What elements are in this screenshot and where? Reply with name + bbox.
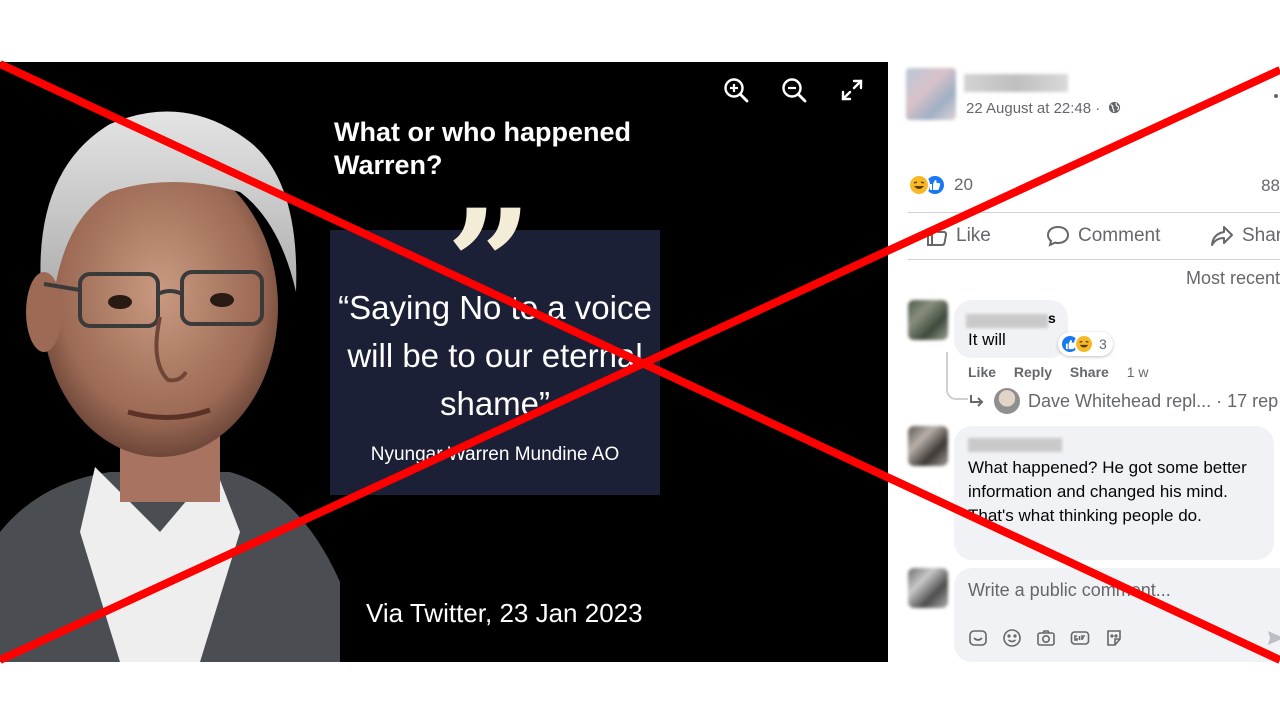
share-arrow-icon (1211, 226, 1233, 246)
post-timestamp: 22 August at 22:48 · (966, 100, 1121, 117)
image-source-line: Via Twitter, 23 Jan 2023 (366, 598, 643, 628)
comment-share-link[interactable]: Share (1070, 364, 1109, 380)
more-options-icon[interactable] (1274, 94, 1278, 98)
fullscreen-icon[interactable] (838, 76, 866, 104)
zoom-in-icon[interactable] (722, 76, 750, 104)
comment-author-blurred[interactable] (966, 314, 1048, 328)
comment-button[interactable]: Comment (1046, 213, 1160, 259)
like-button[interactable]: Like (926, 213, 991, 259)
reply-arrow-icon (970, 395, 984, 407)
photo-viewer: What or who happened Warren? ” “Saying N… (0, 62, 888, 662)
image-quote: “Saying No to a voice will be to our ete… (338, 289, 652, 422)
sticker-icon[interactable] (968, 628, 988, 648)
comment-author-suffix: s (1048, 310, 1056, 326)
avatar-sticker-icon[interactable] (1104, 628, 1124, 648)
comment-reply-link[interactable]: Reply (1014, 364, 1052, 380)
comment-bubble-icon (1046, 225, 1070, 247)
reply-thread-line (946, 352, 968, 400)
comment-bubble: s It will (954, 300, 1068, 358)
share-button[interactable]: Shar (1210, 213, 1280, 259)
emoji-icon[interactable] (1002, 628, 1022, 648)
timestamp-text[interactable]: 22 August at 22:48 · (966, 100, 1100, 117)
comment-text: It will (968, 330, 1006, 349)
image-headline: What or who happened Warren? (334, 117, 631, 180)
current-user-avatar (908, 568, 948, 608)
globe-icon (1109, 101, 1121, 114)
comment-author-blurred[interactable] (968, 438, 1062, 452)
author-name-blurred[interactable] (964, 74, 1068, 92)
comment-input[interactable]: Write a public comment... (968, 580, 1171, 601)
comment-label: Comment (1078, 225, 1161, 246)
composer-toolbar (968, 628, 1124, 648)
post-header: 22 August at 22:48 · (906, 68, 1280, 124)
post-panel: 22 August at 22:48 · 20 88 Like Comment (888, 62, 1280, 662)
quote-author: Nyungar Warren Mundine AO (370, 444, 620, 465)
reaction-summary[interactable]: 20 (908, 174, 973, 196)
portrait-photo (0, 111, 340, 662)
comment-composer[interactable]: Write a public comment... (954, 568, 1280, 662)
comment-age[interactable]: 1 w (1127, 364, 1149, 380)
like-label: Like (956, 225, 991, 246)
replier-avatar (994, 388, 1020, 414)
view-replies-link[interactable]: Dave Whitehead repl... · 17 rep (968, 388, 1278, 414)
camera-icon[interactable] (1036, 628, 1056, 648)
reaction-count: 20 (954, 175, 973, 194)
comment-avatar[interactable] (908, 426, 948, 466)
haha-reaction-icon (1074, 334, 1094, 354)
thumbs-up-icon (927, 225, 948, 246)
haha-reaction-icon (908, 174, 930, 196)
author-avatar[interactable] (906, 68, 956, 120)
reply-summary: Dave Whitehead repl... · 17 rep (1028, 390, 1279, 411)
viewer-toolbar (722, 76, 866, 104)
comment-actions: Like Reply Share 1 w (968, 364, 1163, 380)
comment-count[interactable]: 88 (1261, 176, 1280, 196)
post-action-bar: Like Comment Shar (908, 212, 1280, 260)
send-icon[interactable] (1266, 628, 1280, 648)
comment-reaction-count: 3 (1099, 336, 1107, 352)
comment-sort-dropdown[interactable]: Most recent (1186, 268, 1280, 289)
comment-like-link[interactable]: Like (968, 364, 996, 380)
comment-reactions[interactable]: 3 (1058, 332, 1113, 356)
comment-text: What happened? He got some better inform… (968, 458, 1247, 525)
comment-bubble: What happened? He got some better inform… (954, 426, 1274, 560)
comment-avatar[interactable] (908, 300, 948, 340)
zoom-out-icon[interactable] (780, 76, 808, 104)
gif-icon[interactable] (1070, 628, 1090, 648)
share-label: Shar (1242, 225, 1280, 246)
